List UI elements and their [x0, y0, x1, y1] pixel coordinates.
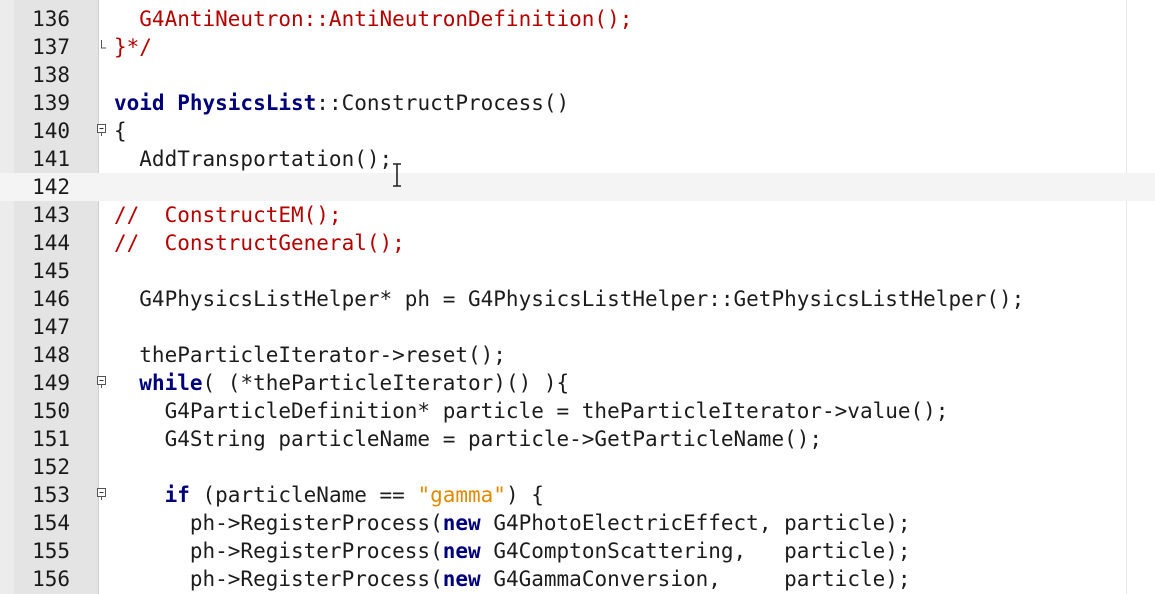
code-token: { — [114, 119, 127, 143]
line-number: 151 — [32, 427, 70, 451]
line-code[interactable]: if (particleName == "gamma") { — [114, 481, 544, 509]
line-number: 140 — [32, 119, 70, 143]
comment-token: // ConstructEM(); — [114, 203, 342, 227]
code-line[interactable]: 152 — [0, 453, 1155, 481]
line-code[interactable]: { — [114, 117, 127, 145]
code-line[interactable]: 147 — [0, 313, 1155, 341]
keyword-token: new — [442, 567, 481, 591]
code-line[interactable]: 144 // ConstructGeneral(); — [0, 229, 1155, 257]
line-code[interactable]: while( (*theParticleIterator)() ){ — [114, 369, 569, 397]
line-code[interactable]: theParticleIterator->reset(); — [114, 341, 506, 369]
fold-end-icon — [101, 40, 106, 49]
line-code[interactable]: G4AntiNeutron::AntiNeutronDefinition(); — [114, 5, 632, 33]
line-number: 148 — [32, 343, 70, 367]
line-number: 145 — [32, 259, 70, 283]
code-token: G4PhotoElectricEffect, particle); — [480, 511, 911, 535]
keyword-token: new — [442, 511, 481, 535]
line-number: 143 — [32, 203, 70, 227]
line-number: 137 — [32, 35, 70, 59]
code-token: PhysicsList — [177, 91, 317, 115]
line-code[interactable]: ph->RegisterProcess(new G4PhotoElectricE… — [114, 509, 911, 537]
line-code[interactable]: G4ParticleDefinition* particle = thePart… — [114, 397, 949, 425]
code-line[interactable]: 149 while( (*theParticleIterator)() ){ — [0, 369, 1155, 397]
code-line[interactable]: 140 { — [0, 117, 1155, 145]
code-token: theParticleIterator->reset(); — [114, 343, 506, 367]
code-line[interactable]: 139 void PhysicsList::ConstructProcess() — [0, 89, 1155, 117]
code-line[interactable]: 150 G4ParticleDefinition* particle = the… — [0, 397, 1155, 425]
code-token: ph->RegisterProcess( — [114, 567, 443, 591]
code-token: G4PhysicsListHelper* ph = G4PhysicsListH… — [114, 287, 1025, 311]
line-number: 152 — [32, 455, 70, 479]
line-number: 139 — [32, 91, 70, 115]
line-number: 149 — [32, 371, 70, 395]
code-line[interactable]: 146 G4PhysicsListHelper* ph = G4PhysicsL… — [0, 285, 1155, 313]
line-number: 141 — [32, 147, 70, 171]
comment-token: G4AntiNeutron::AntiNeutronDefinition(); — [114, 7, 633, 31]
line-number: 147 — [32, 315, 70, 339]
line-code[interactable]: // ConstructGeneral(); — [114, 229, 405, 257]
line-number: 155 — [32, 539, 70, 563]
fold-collapse-icon[interactable] — [97, 376, 107, 388]
code-token: G4ParticleDefinition* particle = thePart… — [114, 399, 949, 423]
code-token: (particleName == — [189, 483, 418, 507]
code-line[interactable]: 137 }*/ — [0, 33, 1155, 61]
code-line[interactable]: 141 AddTransportation(); — [0, 145, 1155, 173]
code-line[interactable]: 151 G4String particleName = particle->Ge… — [0, 425, 1155, 453]
line-number: 154 — [32, 511, 70, 535]
line-code[interactable]: ph->RegisterProcess(new G4GammaConversio… — [114, 565, 911, 593]
keyword-token: while — [139, 371, 203, 395]
keyword-token: if — [164, 483, 190, 507]
line-number: 138 — [32, 63, 70, 87]
string-token: "gamma" — [417, 483, 506, 507]
code-line[interactable]: 155 ph->RegisterProcess(new G4ComptonSca… — [0, 537, 1155, 565]
fold-collapse-icon[interactable] — [97, 488, 107, 500]
code-line[interactable]: 142 — [0, 173, 1155, 201]
line-number: 136 — [32, 7, 70, 31]
line-number: 144 — [32, 231, 70, 255]
code-token: ) { — [505, 483, 544, 507]
text-cursor-icon — [393, 163, 401, 187]
line-number: 156 — [32, 567, 70, 591]
line-code[interactable]: void PhysicsList::ConstructProcess() — [114, 89, 569, 117]
fold-collapse-icon[interactable] — [97, 124, 107, 136]
line-code[interactable]: // ConstructEM(); — [114, 201, 342, 229]
line-code[interactable]: AddTransportation(); — [114, 145, 392, 173]
code-token: ( (*theParticleIterator)() ){ — [202, 371, 570, 395]
code-line[interactable]: 143 // ConstructEM(); — [0, 201, 1155, 229]
line-number: 146 — [32, 287, 70, 311]
line-code[interactable]: }*/ — [114, 33, 152, 61]
code-token: G4ComptonScattering, particle); — [480, 539, 911, 563]
keyword-token: void — [114, 91, 178, 115]
code-line[interactable]: 156 ph->RegisterProcess(new G4GammaConve… — [0, 565, 1155, 593]
comment-token: // ConstructGeneral(); — [114, 231, 405, 255]
code-token: G4String particleName = particle->GetPar… — [114, 427, 823, 451]
code-token: G4GammaConversion, particle); — [480, 567, 911, 591]
code-line[interactable]: 136 G4AntiNeutron::AntiNeutronDefinition… — [0, 5, 1155, 33]
code-token: AddTransportation(); — [114, 147, 393, 171]
line-code[interactable]: G4String particleName = particle->GetPar… — [114, 425, 822, 453]
code-token: ph->RegisterProcess( — [114, 539, 443, 563]
line-number: 142 — [32, 175, 70, 199]
code-line[interactable]: 148 theParticleIterator->reset(); — [0, 341, 1155, 369]
code-token: ph->RegisterProcess( — [114, 511, 443, 535]
code-line[interactable]: 153 if (particleName == "gamma") { — [0, 481, 1155, 509]
line-code[interactable]: G4PhysicsListHelper* ph = G4PhysicsListH… — [114, 285, 1024, 313]
code-line[interactable]: 138 — [0, 61, 1155, 89]
line-number: 150 — [32, 399, 70, 423]
code-editor[interactable]: 136 G4AntiNeutron::AntiNeutronDefinition… — [0, 0, 1155, 594]
code-line[interactable]: 154 ph->RegisterProcess(new G4PhotoElect… — [0, 509, 1155, 537]
keyword-token: new — [442, 539, 481, 563]
line-code[interactable]: ph->RegisterProcess(new G4ComptonScatter… — [114, 537, 911, 565]
comment-token: }*/ — [114, 35, 152, 59]
code-token: ::ConstructProcess() — [316, 91, 570, 115]
line-number: 153 — [32, 483, 70, 507]
code-line[interactable]: 145 — [0, 257, 1155, 285]
